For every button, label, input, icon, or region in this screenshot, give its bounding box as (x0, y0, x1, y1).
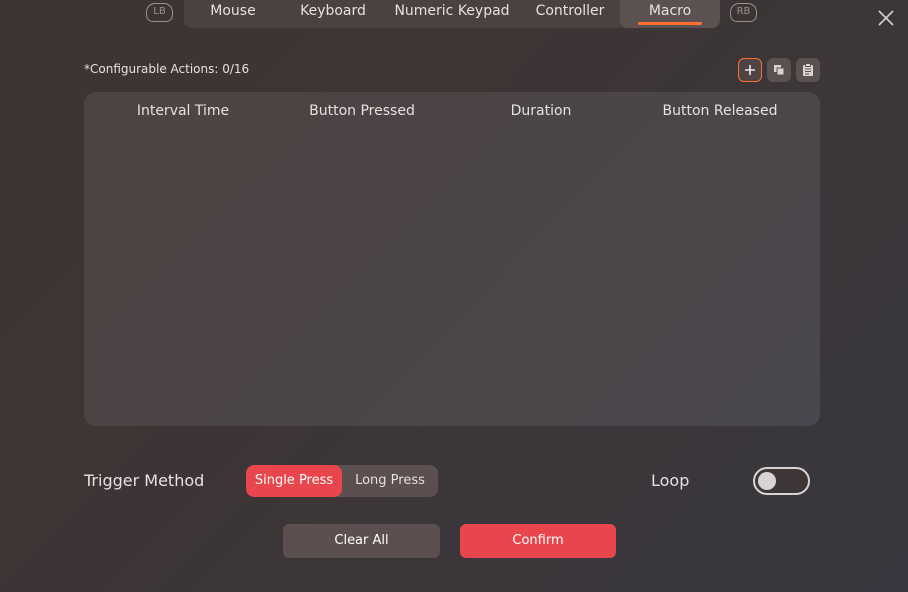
column-header-button-released: Button Released (662, 103, 778, 119)
column-header-duration: Duration (510, 103, 572, 119)
copy-button[interactable] (767, 58, 791, 82)
tab-numeric-keypad[interactable]: Numeric Keypad (384, 0, 520, 28)
loop-toggle-knob (758, 472, 776, 490)
rb-shoulder-icon[interactable]: RB (730, 3, 757, 22)
close-icon[interactable] (877, 9, 895, 27)
macro-actions-table: Interval Time Button Pressed Duration Bu… (84, 92, 820, 426)
tab-mouse[interactable]: Mouse (184, 0, 282, 28)
confirm-button[interactable]: Confirm (460, 524, 616, 558)
trigger-method-label: Trigger Method (84, 471, 205, 490)
active-tab-indicator (638, 22, 702, 25)
tab-bar: Mouse Keyboard Numeric Keypad Controller… (184, 0, 720, 28)
tab-macro[interactable]: Macro (620, 0, 720, 28)
tab-keyboard[interactable]: Keyboard (282, 0, 384, 28)
clear-all-button[interactable]: Clear All (283, 524, 440, 558)
loop-toggle[interactable] (753, 467, 810, 495)
column-header-interval-time: Interval Time (136, 103, 230, 119)
trigger-single-press[interactable]: Single Press (246, 465, 342, 497)
configurable-actions-count: *Configurable Actions: 0/16 (84, 62, 250, 76)
lb-shoulder-icon[interactable]: LB (146, 3, 173, 22)
copy-icon (773, 61, 785, 80)
trigger-long-press[interactable]: Long Press (342, 465, 438, 497)
paste-button[interactable] (796, 58, 820, 82)
loop-label: Loop (651, 471, 690, 490)
column-header-button-pressed: Button Pressed (309, 103, 415, 119)
clipboard-icon (802, 61, 814, 80)
tab-controller[interactable]: Controller (520, 0, 620, 28)
trigger-method-selector: Single Press Long Press (246, 465, 438, 497)
add-action-button[interactable] (738, 58, 762, 82)
tab-macro-label: Macro (648, 3, 692, 19)
plus-icon (744, 61, 756, 80)
